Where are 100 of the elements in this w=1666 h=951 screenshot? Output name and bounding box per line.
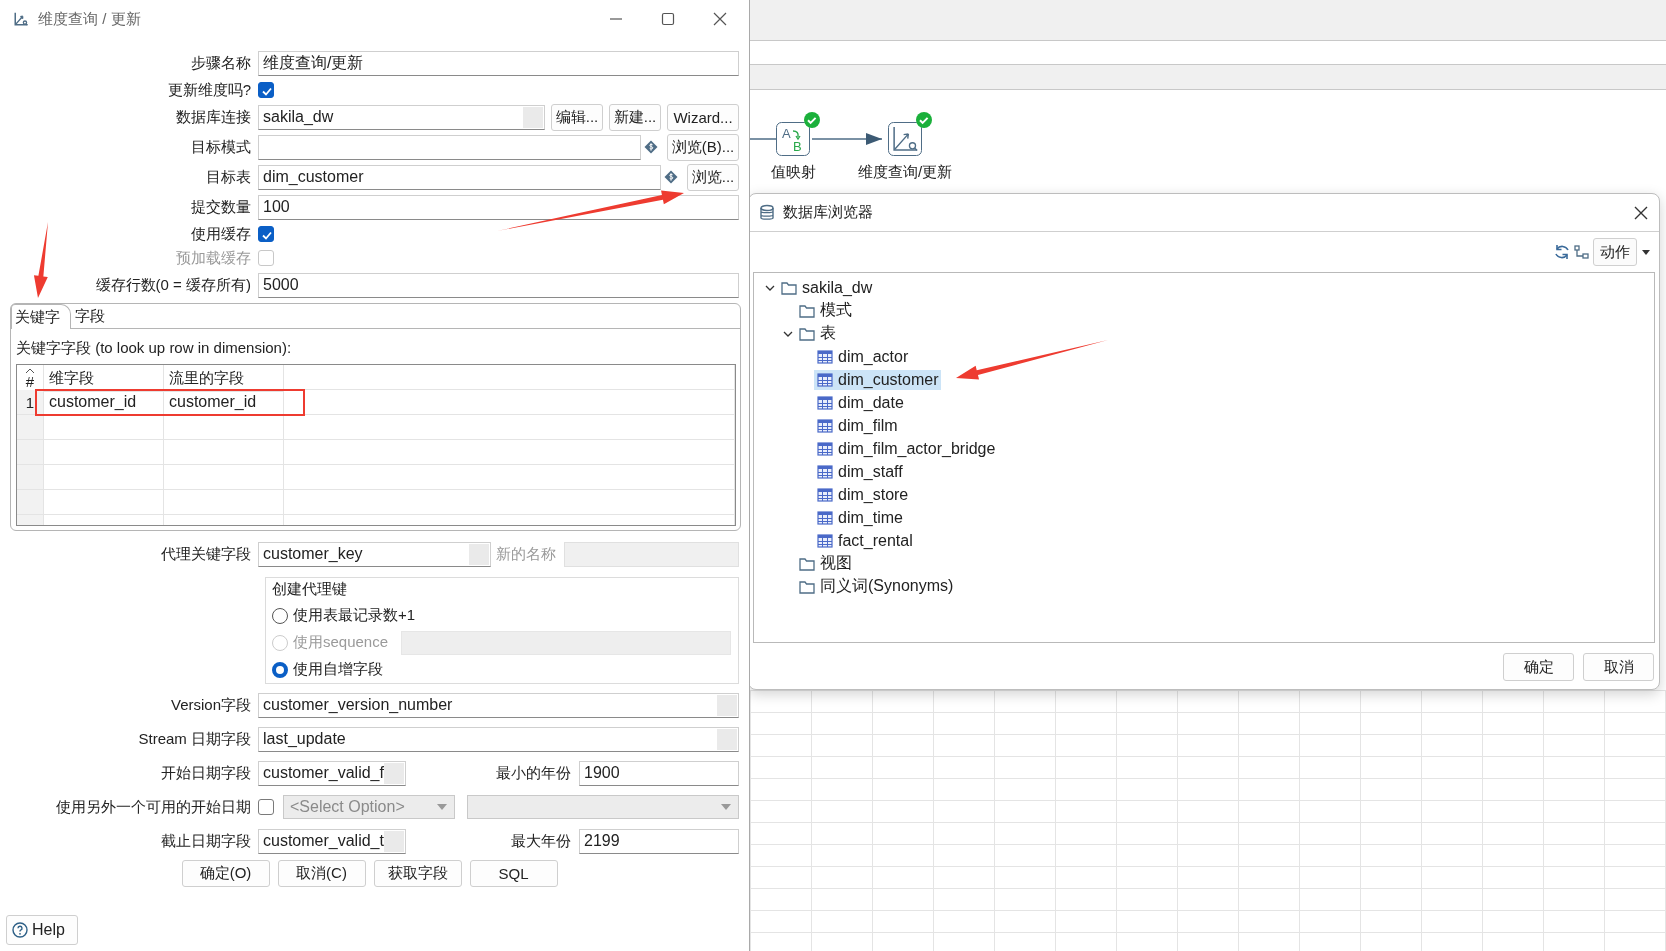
tree-item[interactable]: 表 <box>796 322 839 345</box>
tab[interactable]: 字段 <box>71 304 116 328</box>
empty-row-number <box>17 440 44 465</box>
field-label: 目标表 <box>205 167 252 187</box>
dropdown-caret-icon[interactable] <box>1641 248 1651 256</box>
table-cell: customer_id <box>164 390 284 415</box>
table-cell: customer_id <box>44 390 164 415</box>
select-field[interactable] <box>467 795 739 819</box>
dialog-button[interactable]: 取消(C) <box>277 860 366 887</box>
radio-button[interactable] <box>272 661 288 678</box>
dialog-button[interactable]: 获取字段 <box>373 860 462 887</box>
text-field[interactable] <box>564 541 739 567</box>
hierarchy-icon[interactable] <box>1574 244 1589 260</box>
value-mapper-step-icon[interactable]: A B <box>776 122 810 156</box>
database-icon <box>759 203 775 222</box>
folder-icon <box>799 325 815 342</box>
checkbox[interactable] <box>258 82 274 98</box>
refresh-icon[interactable] <box>1554 244 1570 260</box>
text-field[interactable]: 100 <box>258 194 739 220</box>
tree-item[interactable]: 视图 <box>796 552 855 575</box>
table-icon <box>817 509 833 526</box>
table-caption: 关键字字段 (to look up row in dimension): <box>16 339 293 358</box>
combo-field[interactable]: customer_key <box>258 541 491 567</box>
table-icon <box>817 371 833 388</box>
action-button[interactable]: 动作 <box>1593 238 1637 266</box>
column-header[interactable]: # <box>25 373 35 389</box>
field-label: 开始日期字段 <box>160 763 252 783</box>
table-icon <box>817 532 833 549</box>
tree-item[interactable]: dim_store <box>814 484 912 505</box>
step-label: 值映射 <box>770 163 816 182</box>
step-label: 维度查询/更新 <box>857 163 953 182</box>
folder-icon <box>799 578 815 595</box>
group-title: 创建代理键 <box>272 580 348 599</box>
option-label: 使用表最记录数+1 <box>293 606 416 625</box>
text-field[interactable]: 5000 <box>258 272 739 298</box>
radio-button[interactable] <box>272 607 288 624</box>
checkbox[interactable] <box>258 799 274 815</box>
help-icon <box>12 922 28 938</box>
table-icon <box>817 440 833 457</box>
tree-item[interactable]: 模式 <box>796 299 855 322</box>
field-label: 数据库连接 <box>175 107 252 127</box>
tree-item[interactable]: dim_staff <box>814 461 906 482</box>
close-icon[interactable] <box>713 12 727 26</box>
lookup-step-icon <box>12 10 30 28</box>
field-label: Version字段 <box>169 695 252 715</box>
text-field[interactable]: dim_customer <box>258 164 661 190</box>
combo-field[interactable]: customer_valid_f <box>258 760 406 786</box>
browse-button[interactable]: 新建... <box>609 103 661 131</box>
combo-field[interactable]: last_update <box>258 726 739 752</box>
text-field[interactable] <box>258 134 641 160</box>
tree-item[interactable]: 同义词(Synonyms) <box>796 575 957 598</box>
text-field[interactable]: 2199 <box>579 828 739 854</box>
browse-button[interactable]: 浏览(B)... <box>667 133 739 161</box>
maximize-icon[interactable] <box>661 12 675 26</box>
dialog-button[interactable]: SQL <box>469 860 558 887</box>
dialog-title: 数据库浏览器 <box>783 203 873 222</box>
table-icon <box>817 486 833 503</box>
empty-row-number <box>17 465 44 490</box>
tree-item[interactable]: dim_actor <box>814 346 912 367</box>
field-label: 提交数量 <box>190 197 252 217</box>
field-label: 使用另外一个可用的开始日期 <box>55 797 252 817</box>
dialog-button[interactable]: 确定(O) <box>181 860 270 887</box>
tree-item[interactable]: dim_film <box>814 415 901 436</box>
combo-field[interactable]: customer_version_number <box>258 692 739 718</box>
empty-row-number <box>17 415 44 440</box>
dropdown-caret-icon <box>720 803 732 811</box>
combo-field[interactable]: customer_valid_t <box>258 828 406 854</box>
dialog-button[interactable]: 取消 <box>1583 653 1654 681</box>
text-field[interactable]: 维度查询/更新 <box>258 50 739 76</box>
column-header[interactable]: 维字段 <box>44 365 164 392</box>
tab[interactable]: 关键字 <box>11 304 71 329</box>
field-label: 最大年份 <box>510 831 572 851</box>
dropdown-caret-icon <box>436 803 448 811</box>
close-icon[interactable] <box>1633 204 1649 221</box>
combo-field[interactable]: sakila_dw <box>258 104 545 130</box>
option-label: 使用自增字段 <box>293 660 383 679</box>
tree-item[interactable]: dim_date <box>814 392 907 413</box>
dialog-button[interactable]: 确定 <box>1503 653 1574 681</box>
lookup-step-icon[interactable] <box>888 122 922 156</box>
field-label: 缓存行数(0 = 缓存所有) <box>94 275 252 295</box>
browse-button[interactable]: 编辑... <box>551 103 603 131</box>
field-label: Stream 日期字段 <box>137 729 252 749</box>
sort-caret-icon[interactable] <box>25 367 35 374</box>
table-icon <box>817 463 833 480</box>
field-label: 更新维度吗? <box>166 80 252 100</box>
browse-button[interactable]: 浏览... <box>687 163 739 191</box>
folder-icon <box>799 302 815 319</box>
checkbox[interactable] <box>258 226 274 242</box>
browse-button[interactable]: Wizard... <box>667 103 739 131</box>
help-button[interactable]: Help <box>6 915 78 945</box>
column-header[interactable]: 流里的字段 <box>164 365 284 392</box>
tree-item[interactable]: sakila_dw <box>778 277 876 298</box>
tree-item[interactable]: dim_customer <box>814 369 942 390</box>
tree-item[interactable]: dim_time <box>814 507 906 528</box>
table-icon <box>817 394 833 411</box>
text-field[interactable]: 1900 <box>579 760 739 786</box>
tree-item[interactable]: dim_film_actor_bridge <box>814 438 999 459</box>
tree-item[interactable]: fact_rental <box>814 530 916 551</box>
folder-icon <box>781 279 797 296</box>
folder-icon <box>799 555 815 572</box>
